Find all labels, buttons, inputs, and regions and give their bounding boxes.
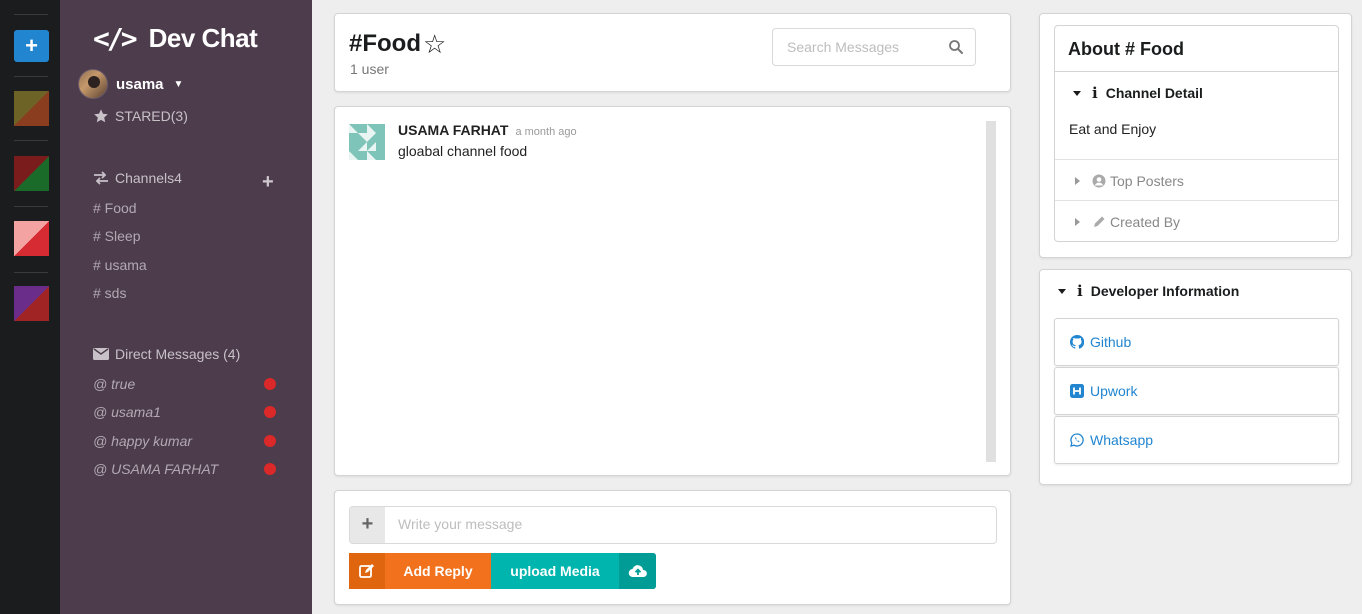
workspace-rail: + xyxy=(0,0,60,614)
triangle-right-icon xyxy=(1075,218,1080,226)
color-swatch[interactable] xyxy=(14,91,49,126)
rail-divider xyxy=(14,206,48,207)
developer-header[interactable]: i Developer Information xyxy=(1040,282,1239,300)
starred-label: STARED(3) xyxy=(115,108,188,124)
upload-media-button[interactable]: upload Media xyxy=(491,553,656,589)
sidebar: </> Dev Chat usama ▼ STARED(3) Channels4… xyxy=(60,0,312,614)
message-meta: USAMA FARHAT a month ago xyxy=(398,122,577,138)
channels-label: Channels4 xyxy=(115,170,182,186)
upwork-link[interactable]: Upwork xyxy=(1054,367,1339,415)
created-by-label: Created By xyxy=(1110,214,1181,230)
mail-icon xyxy=(93,348,109,360)
status-dot xyxy=(264,463,276,475)
user-menu[interactable]: usama ▼ xyxy=(78,69,183,99)
channel-title: #Food xyxy=(349,30,421,57)
github-icon xyxy=(1070,335,1084,349)
channel-item[interactable]: # usama xyxy=(93,257,147,273)
rail-divider xyxy=(14,140,48,141)
color-swatch[interactable] xyxy=(14,221,49,256)
accordion-top-posters[interactable]: Top Posters xyxy=(1055,173,1338,189)
developer-panel: i Developer Information Github Upwork Wh… xyxy=(1039,269,1352,485)
exchange-icon xyxy=(94,171,108,185)
channel-item[interactable]: # Sleep xyxy=(93,228,140,244)
plus-icon[interactable]: + xyxy=(350,507,385,543)
direct-messages-header: Direct Messages (4) xyxy=(93,346,240,362)
message-text: gloabal channel food xyxy=(398,143,528,159)
starred-section[interactable]: STARED(3) xyxy=(93,108,188,124)
triangle-down-icon xyxy=(1073,90,1081,96)
search-box[interactable] xyxy=(772,28,976,66)
upload-media-label: upload Media xyxy=(510,563,600,579)
triangle-down-icon xyxy=(1058,288,1066,294)
user-name: usama xyxy=(116,75,164,93)
whatsapp-link[interactable]: Whatsapp xyxy=(1054,416,1339,464)
rail-divider xyxy=(14,272,48,273)
app-title: Dev Chat xyxy=(148,22,258,53)
direct-message-item[interactable]: @ USAMA FARHAT xyxy=(93,461,278,477)
channels-header: Channels4 xyxy=(93,170,182,186)
scrollbar[interactable] xyxy=(986,121,996,462)
triangle-right-icon xyxy=(1075,177,1080,185)
rail-divider xyxy=(14,14,48,15)
channel-item[interactable]: # Food xyxy=(93,200,137,216)
direct-messages-label: Direct Messages (4) xyxy=(115,346,241,362)
upwork-icon xyxy=(1070,384,1084,398)
user-count: 1 user xyxy=(350,61,389,77)
pencil-icon xyxy=(1094,216,1105,227)
github-label: Github xyxy=(1090,334,1132,350)
whatsapp-icon xyxy=(1070,433,1084,447)
color-swatch[interactable] xyxy=(14,156,49,191)
status-dot xyxy=(264,378,276,390)
developer-label: Developer Information xyxy=(1090,283,1240,299)
divider xyxy=(1055,159,1338,160)
rail-divider xyxy=(14,76,48,77)
star-outline-icon[interactable]: ☆ xyxy=(423,31,446,57)
star-icon xyxy=(94,109,108,123)
messages-panel: USAMA FARHAT a month ago gloabal channel… xyxy=(334,106,1011,476)
whatsapp-label: Whatsapp xyxy=(1090,432,1154,448)
accordion-created-by[interactable]: Created By xyxy=(1055,214,1338,230)
direct-message-item[interactable]: @ true xyxy=(93,376,278,392)
about-title: About # Food xyxy=(1054,25,1339,72)
upwork-label: Upwork xyxy=(1090,383,1138,399)
add-channel-icon[interactable]: + xyxy=(262,171,274,194)
avatar xyxy=(78,69,108,99)
about-panel: About # Food i Channel Detail Eat and En… xyxy=(1039,13,1352,258)
accordion-channel-detail[interactable]: i Channel Detail xyxy=(1055,84,1338,102)
top-posters-label: Top Posters xyxy=(1110,173,1184,189)
search-input[interactable] xyxy=(787,39,937,55)
message-author: USAMA FARHAT xyxy=(398,122,509,138)
app-logo: </> Dev Chat xyxy=(93,18,258,58)
divider xyxy=(1055,200,1338,201)
channel-item[interactable]: # sds xyxy=(93,285,126,301)
color-swatch[interactable] xyxy=(14,286,49,321)
identicon-avatar xyxy=(349,124,385,160)
github-link[interactable]: Github xyxy=(1054,318,1339,366)
info-icon: i xyxy=(1077,282,1083,300)
channel-detail-label: Channel Detail xyxy=(1105,85,1203,101)
status-dot xyxy=(264,435,276,447)
search-icon[interactable] xyxy=(947,38,965,56)
channel-detail-text: Eat and Enjoy xyxy=(1069,121,1157,137)
add-color-button[interactable]: + xyxy=(14,30,49,62)
add-reply-button[interactable]: Add Reply xyxy=(349,553,491,589)
caret-down-icon: ▼ xyxy=(173,78,184,90)
cloud-upload-icon xyxy=(619,553,656,589)
channel-header: #Food ☆ 1 user xyxy=(334,13,1011,92)
direct-message-item[interactable]: @ happy kumar xyxy=(93,433,278,449)
direct-message-item[interactable]: @ usama1 xyxy=(93,404,278,420)
user-circle-icon xyxy=(1092,174,1106,188)
info-icon: i xyxy=(1092,84,1098,102)
status-dot xyxy=(264,406,276,418)
code-icon: </> xyxy=(93,21,138,55)
channel-accordion: i Channel Detail Eat and Enjoy Top Poste… xyxy=(1054,72,1339,242)
message-input-wrap[interactable]: + xyxy=(349,506,997,544)
edit-icon xyxy=(349,553,385,589)
add-reply-label: Add Reply xyxy=(403,563,473,579)
message-time: a month ago xyxy=(515,126,577,138)
message-composer: + Add Reply upload Media xyxy=(334,490,1011,605)
message-input[interactable] xyxy=(398,516,978,532)
page-title: #Food ☆ xyxy=(349,30,446,58)
